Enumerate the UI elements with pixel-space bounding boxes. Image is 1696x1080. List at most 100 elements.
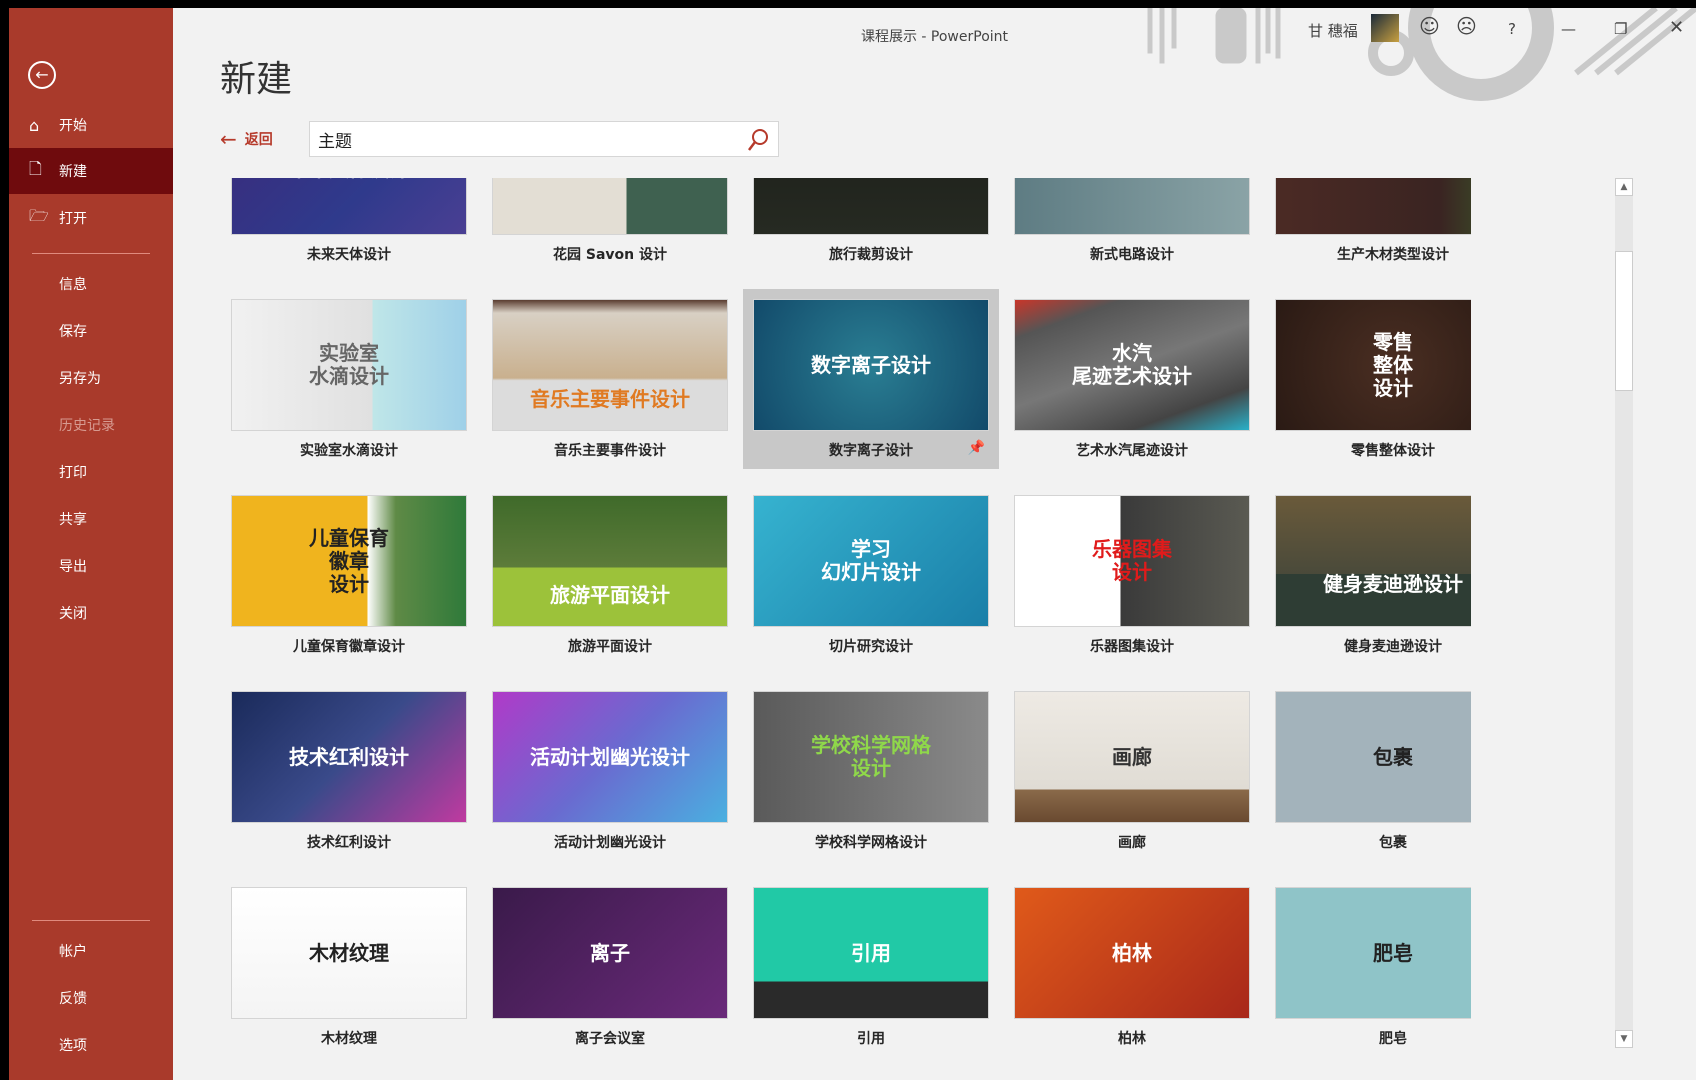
decorative-pattern (1147, 8, 1696, 101)
template-card[interactable]: 技术红利设计 技术红利设计 (231, 691, 467, 887)
template-gallery: 未来天体设计未来天体设计花园 Savon 设计旅行裁剪设计 新式电路设计 生产木材类… (231, 178, 1471, 1080)
template-card[interactable]: 零售 整体 设计零售整体设计 (1275, 299, 1471, 495)
template-card[interactable]: 包裹 包裹 (1275, 691, 1471, 887)
frown-icon[interactable]: ☹ (1456, 14, 1477, 38)
sidebar-item-info[interactable]: 信息 (9, 261, 173, 307)
backstage-sidebar: ← ⌂ 开始 🗋 新建 🗁 打开 信息 保存 另存为 历史记录 打印 共享 导出 关闭… (9, 8, 173, 1080)
template-card[interactable]: 实验室 水滴设计 实验室水滴设计 (231, 299, 467, 495)
sidebar-item-open[interactable]: 🗁 打开 (9, 195, 173, 241)
template-thumbnail[interactable]: 肥皂 (1275, 887, 1471, 1019)
template-card[interactable]: 音乐主要事件设计 音乐主要事件设计 (492, 299, 728, 495)
template-thumbnail[interactable] (1275, 178, 1471, 235)
template-card[interactable]: 活动计划幽光设计 活动计划幽光设计 (492, 691, 728, 887)
template-card[interactable]: 学校科学网格 设计学校科学网格设计 (753, 691, 989, 887)
sidebar-item-label: 另存为 (59, 371, 101, 387)
search-value: 主题 (318, 131, 352, 152)
template-card[interactable]: 乐器图集 设计 乐器图集设计 (1014, 495, 1250, 691)
sidebar-item-save-as[interactable]: 另存为 (9, 355, 173, 401)
sidebar-item-label: 保存 (59, 324, 87, 340)
template-label: 健身麦迪逊设计 (1344, 639, 1442, 655)
template-card[interactable]: 肥皂 肥皂 (1275, 887, 1471, 1080)
template-label: 技术红利设计 (307, 835, 391, 851)
search-input[interactable]: 主题 (309, 121, 779, 157)
template-thumbnail[interactable]: 柏林 (1014, 887, 1250, 1019)
template-thumbnail[interactable]: 实验室 水滴设计 (231, 299, 467, 431)
template-thumbnail[interactable] (753, 178, 989, 235)
template-label: 木材纹理 (321, 1031, 377, 1047)
vertical-scrollbar[interactable]: ▲ ▼ (1615, 178, 1633, 1048)
sidebar-item-print[interactable]: 打印 (9, 449, 173, 495)
template-thumbnail[interactable]: 学习 幻灯片设计 (753, 495, 989, 627)
scroll-down-icon[interactable]: ▼ (1615, 1030, 1633, 1048)
template-label: 新式电路设计 (1090, 247, 1174, 263)
sidebar-item-export[interactable]: 导出 (9, 543, 173, 589)
pin-icon[interactable]: 📌 (968, 440, 985, 456)
template-card[interactable]: 旅行裁剪设计 (753, 178, 989, 299)
template-card[interactable]: 木材纹理 木材纹理 (231, 887, 467, 1080)
template-card[interactable]: 学习 幻灯片设计 切片研究设计 (753, 495, 989, 691)
template-thumbnail[interactable]: 画廊 (1014, 691, 1250, 823)
sidebar-item-history: 历史记录 (9, 402, 173, 448)
template-card[interactable]: 旅游平面设计 旅游平面设计 (492, 495, 728, 691)
template-card[interactable]: 柏林 柏林 (1014, 887, 1250, 1080)
template-thumbnail[interactable] (492, 178, 728, 235)
template-thumbnail[interactable]: 乐器图集 设计 (1014, 495, 1250, 627)
minimize-icon[interactable]: — (1561, 20, 1576, 38)
sidebar-item-save[interactable]: 保存 (9, 308, 173, 354)
template-thumbnail[interactable]: 引用 (753, 887, 989, 1019)
template-card[interactable]: 画廊 画廊 (1014, 691, 1250, 887)
template-card[interactable]: 生产木材类型设计 (1275, 178, 1471, 299)
template-label: 柏林 (1118, 1031, 1146, 1047)
template-thumbnail[interactable]: 水汽 尾迹艺术设计 (1014, 299, 1250, 431)
template-thumbnail[interactable]: 旅游平面设计 (492, 495, 728, 627)
search-icon[interactable] (746, 127, 770, 153)
template-label: 学校科学网格设计 (815, 835, 927, 851)
template-thumbnail[interactable]: 活动计划幽光设计 (492, 691, 728, 823)
template-thumbnail[interactable]: 木材纹理 (231, 887, 467, 1019)
template-thumbnail[interactable]: 音乐主要事件设计 (492, 299, 728, 431)
scrollbar-thumb[interactable] (1615, 251, 1633, 391)
user-name[interactable]: 甘 穗福 (1308, 20, 1358, 41)
template-thumbnail[interactable] (1014, 178, 1250, 235)
help-icon[interactable]: ? (1508, 20, 1516, 38)
sidebar-item-account[interactable]: 帐户 (9, 928, 173, 974)
template-card[interactable]: 未来天体设计未来天体设计 (231, 178, 467, 299)
avatar[interactable] (1371, 14, 1399, 42)
template-card[interactable]: 水汽 尾迹艺术设计 艺术水汽尾迹设计 (1014, 299, 1250, 495)
template-thumbnail[interactable]: 学校科学网格 设计 (753, 691, 989, 823)
template-thumbnail[interactable]: 离子 (492, 887, 728, 1019)
template-card[interactable]: 花园 Savon 设计 (492, 178, 728, 299)
template-label: 音乐主要事件设计 (554, 443, 666, 459)
smiley-icon[interactable]: ☺ (1419, 14, 1440, 38)
sidebar-item-label: 历史记录 (59, 418, 115, 434)
template-card[interactable]: 数字离子设计 数字离子设计 📌 (743, 289, 999, 495)
template-thumbnail[interactable]: 儿童保育 徽章 设计 (231, 495, 467, 627)
sidebar-item-options[interactable]: 选项 (9, 1022, 173, 1068)
sidebar-item-new[interactable]: 🗋 新建 (9, 148, 173, 194)
template-card[interactable]: 儿童保育 徽章 设计 儿童保育徽章设计 (231, 495, 467, 691)
template-thumbnail[interactable]: 技术红利设计 (231, 691, 467, 823)
restore-icon[interactable]: ❐ (1614, 20, 1627, 38)
template-card[interactable]: 离子 离子会议室 (492, 887, 728, 1080)
template-thumbnail[interactable]: 零售 整体 设计 (1275, 299, 1471, 431)
template-card[interactable]: 引用 引用 (753, 887, 989, 1080)
sidebar-item-feedback[interactable]: 反馈 (9, 975, 173, 1021)
template-thumbnail[interactable]: 数字离子设计 (753, 299, 989, 431)
template-card[interactable]: 健身麦迪逊设计 健身麦迪逊设计 (1275, 495, 1471, 691)
sidebar-item-share[interactable]: 共享 (9, 496, 173, 542)
divider (32, 920, 150, 921)
close-icon[interactable]: ✕ (1669, 17, 1684, 38)
scroll-up-icon[interactable]: ▲ (1615, 178, 1633, 196)
folder-open-icon: 🗁 (29, 205, 49, 225)
back-arrow-icon[interactable]: ← (28, 61, 56, 89)
template-thumbnail[interactable]: 未来天体设计 (231, 178, 467, 235)
template-thumbnail[interactable]: 包裹 (1275, 691, 1471, 823)
template-label: 旅行裁剪设计 (829, 247, 913, 263)
sidebar-item-label: 共享 (59, 512, 87, 528)
sidebar-item-close[interactable]: 关闭 (9, 590, 173, 636)
template-thumbnail[interactable]: 健身麦迪逊设计 (1275, 495, 1471, 627)
template-card[interactable]: 新式电路设计 (1014, 178, 1250, 299)
template-label: 零售整体设计 (1351, 443, 1435, 459)
back-link[interactable]: ← 返回 (220, 127, 273, 151)
sidebar-item-home[interactable]: ⌂ 开始 (9, 102, 173, 148)
